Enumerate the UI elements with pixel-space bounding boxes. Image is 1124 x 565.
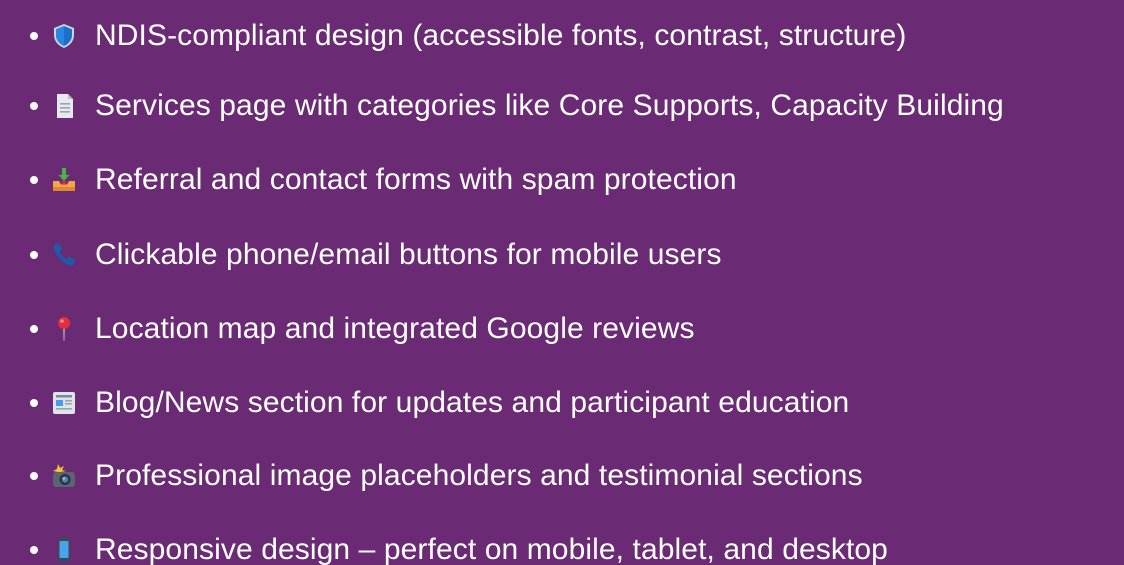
camera-flash-icon bbox=[50, 463, 78, 489]
shield-icon bbox=[50, 23, 78, 49]
bullet-dot bbox=[30, 32, 38, 40]
phone-icon bbox=[50, 242, 78, 268]
pushpin-icon bbox=[50, 316, 78, 342]
inbox-tray-icon bbox=[50, 167, 78, 193]
feature-text: Blog/News section for updates and partic… bbox=[95, 386, 850, 419]
feature-text: Location map and integrated Google revie… bbox=[95, 312, 695, 345]
document-icon bbox=[50, 93, 78, 119]
list-item: Referral and contact forms with spam pro… bbox=[0, 160, 1124, 200]
list-item: Blog/News section for updates and partic… bbox=[0, 383, 1124, 423]
bullet-dot bbox=[30, 176, 38, 184]
mobile-phone-icon bbox=[50, 537, 78, 563]
feature-text: Services page with categories like Core … bbox=[95, 89, 1004, 122]
bullet-dot bbox=[30, 399, 38, 407]
bullet-dot bbox=[30, 102, 38, 110]
feature-text: Clickable phone/email buttons for mobile… bbox=[95, 238, 722, 271]
page: NDIS-compliant design (accessible fonts,… bbox=[0, 0, 1124, 565]
list-item: Location map and integrated Google revie… bbox=[0, 309, 1124, 349]
feature-text: Professional image placeholders and test… bbox=[95, 459, 863, 492]
list-item: NDIS-compliant design (accessible fonts,… bbox=[0, 16, 1124, 56]
list-item: Clickable phone/email buttons for mobile… bbox=[0, 235, 1124, 275]
bullet-dot bbox=[30, 472, 38, 480]
bullet-dot bbox=[30, 325, 38, 333]
bullet-dot bbox=[30, 251, 38, 259]
list-item: Responsive design – perfect on mobile, t… bbox=[0, 530, 1124, 565]
list-item: Professional image placeholders and test… bbox=[0, 456, 1124, 496]
feature-text: Responsive design – perfect on mobile, t… bbox=[95, 533, 888, 565]
newspaper-icon bbox=[50, 390, 78, 416]
list-item: Services page with categories like Core … bbox=[0, 86, 1124, 126]
bullet-dot bbox=[30, 546, 38, 554]
feature-text: NDIS-compliant design (accessible fonts,… bbox=[95, 19, 907, 52]
feature-text: Referral and contact forms with spam pro… bbox=[95, 163, 737, 196]
